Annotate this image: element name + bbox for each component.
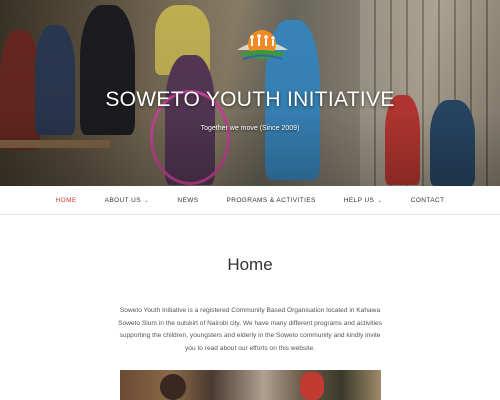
nav-item-programs-activities[interactable]: PROGRAMS & ACTIVITIES bbox=[212, 197, 329, 204]
nav-item-news[interactable]: NEWS bbox=[163, 197, 212, 204]
nav-item-label: HELP US bbox=[343, 196, 375, 204]
intro-paragraph: Soweto Youth Initiative is a registered … bbox=[118, 307, 382, 352]
hero-banner: SOWETO YOUTH INITIATIVE Together we move… bbox=[0, 0, 500, 186]
main-navigation: HOME ABOUT US ⌄ NEWS PROGRAMS & ACTIVITI… bbox=[0, 186, 500, 215]
soweto-youth-logo-icon[interactable] bbox=[235, 28, 290, 70]
site-title[interactable]: SOWETO YOUTH INITIATIVE bbox=[0, 88, 500, 112]
nav-item-home[interactable]: HOME bbox=[42, 197, 91, 204]
nav-item-help-us[interactable]: HELP US ⌄ bbox=[330, 197, 397, 204]
nav-item-label: HOME bbox=[55, 196, 77, 204]
chevron-down-icon: ⌄ bbox=[377, 197, 383, 204]
nav-item-label: ABOUT US bbox=[104, 196, 141, 204]
photo-figure bbox=[300, 372, 324, 400]
nav-item-contact[interactable]: CONTACT bbox=[397, 197, 459, 204]
photo-figure bbox=[160, 374, 186, 400]
site-tagline: Together we move (Since 2009) bbox=[200, 125, 300, 132]
page-title: Home bbox=[227, 255, 273, 274]
nav-item-about-us[interactable]: ABOUT US ⌄ bbox=[91, 197, 164, 204]
nav-item-label: PROGRAMS & ACTIVITIES bbox=[226, 196, 316, 204]
main-content: Home Soweto Youth Initiative is a regist… bbox=[0, 215, 500, 355]
featured-photo bbox=[120, 370, 381, 400]
chevron-down-icon: ⌄ bbox=[143, 197, 150, 204]
nav-item-label: NEWS bbox=[177, 196, 199, 204]
nav-item-label: CONTACT bbox=[410, 196, 445, 204]
